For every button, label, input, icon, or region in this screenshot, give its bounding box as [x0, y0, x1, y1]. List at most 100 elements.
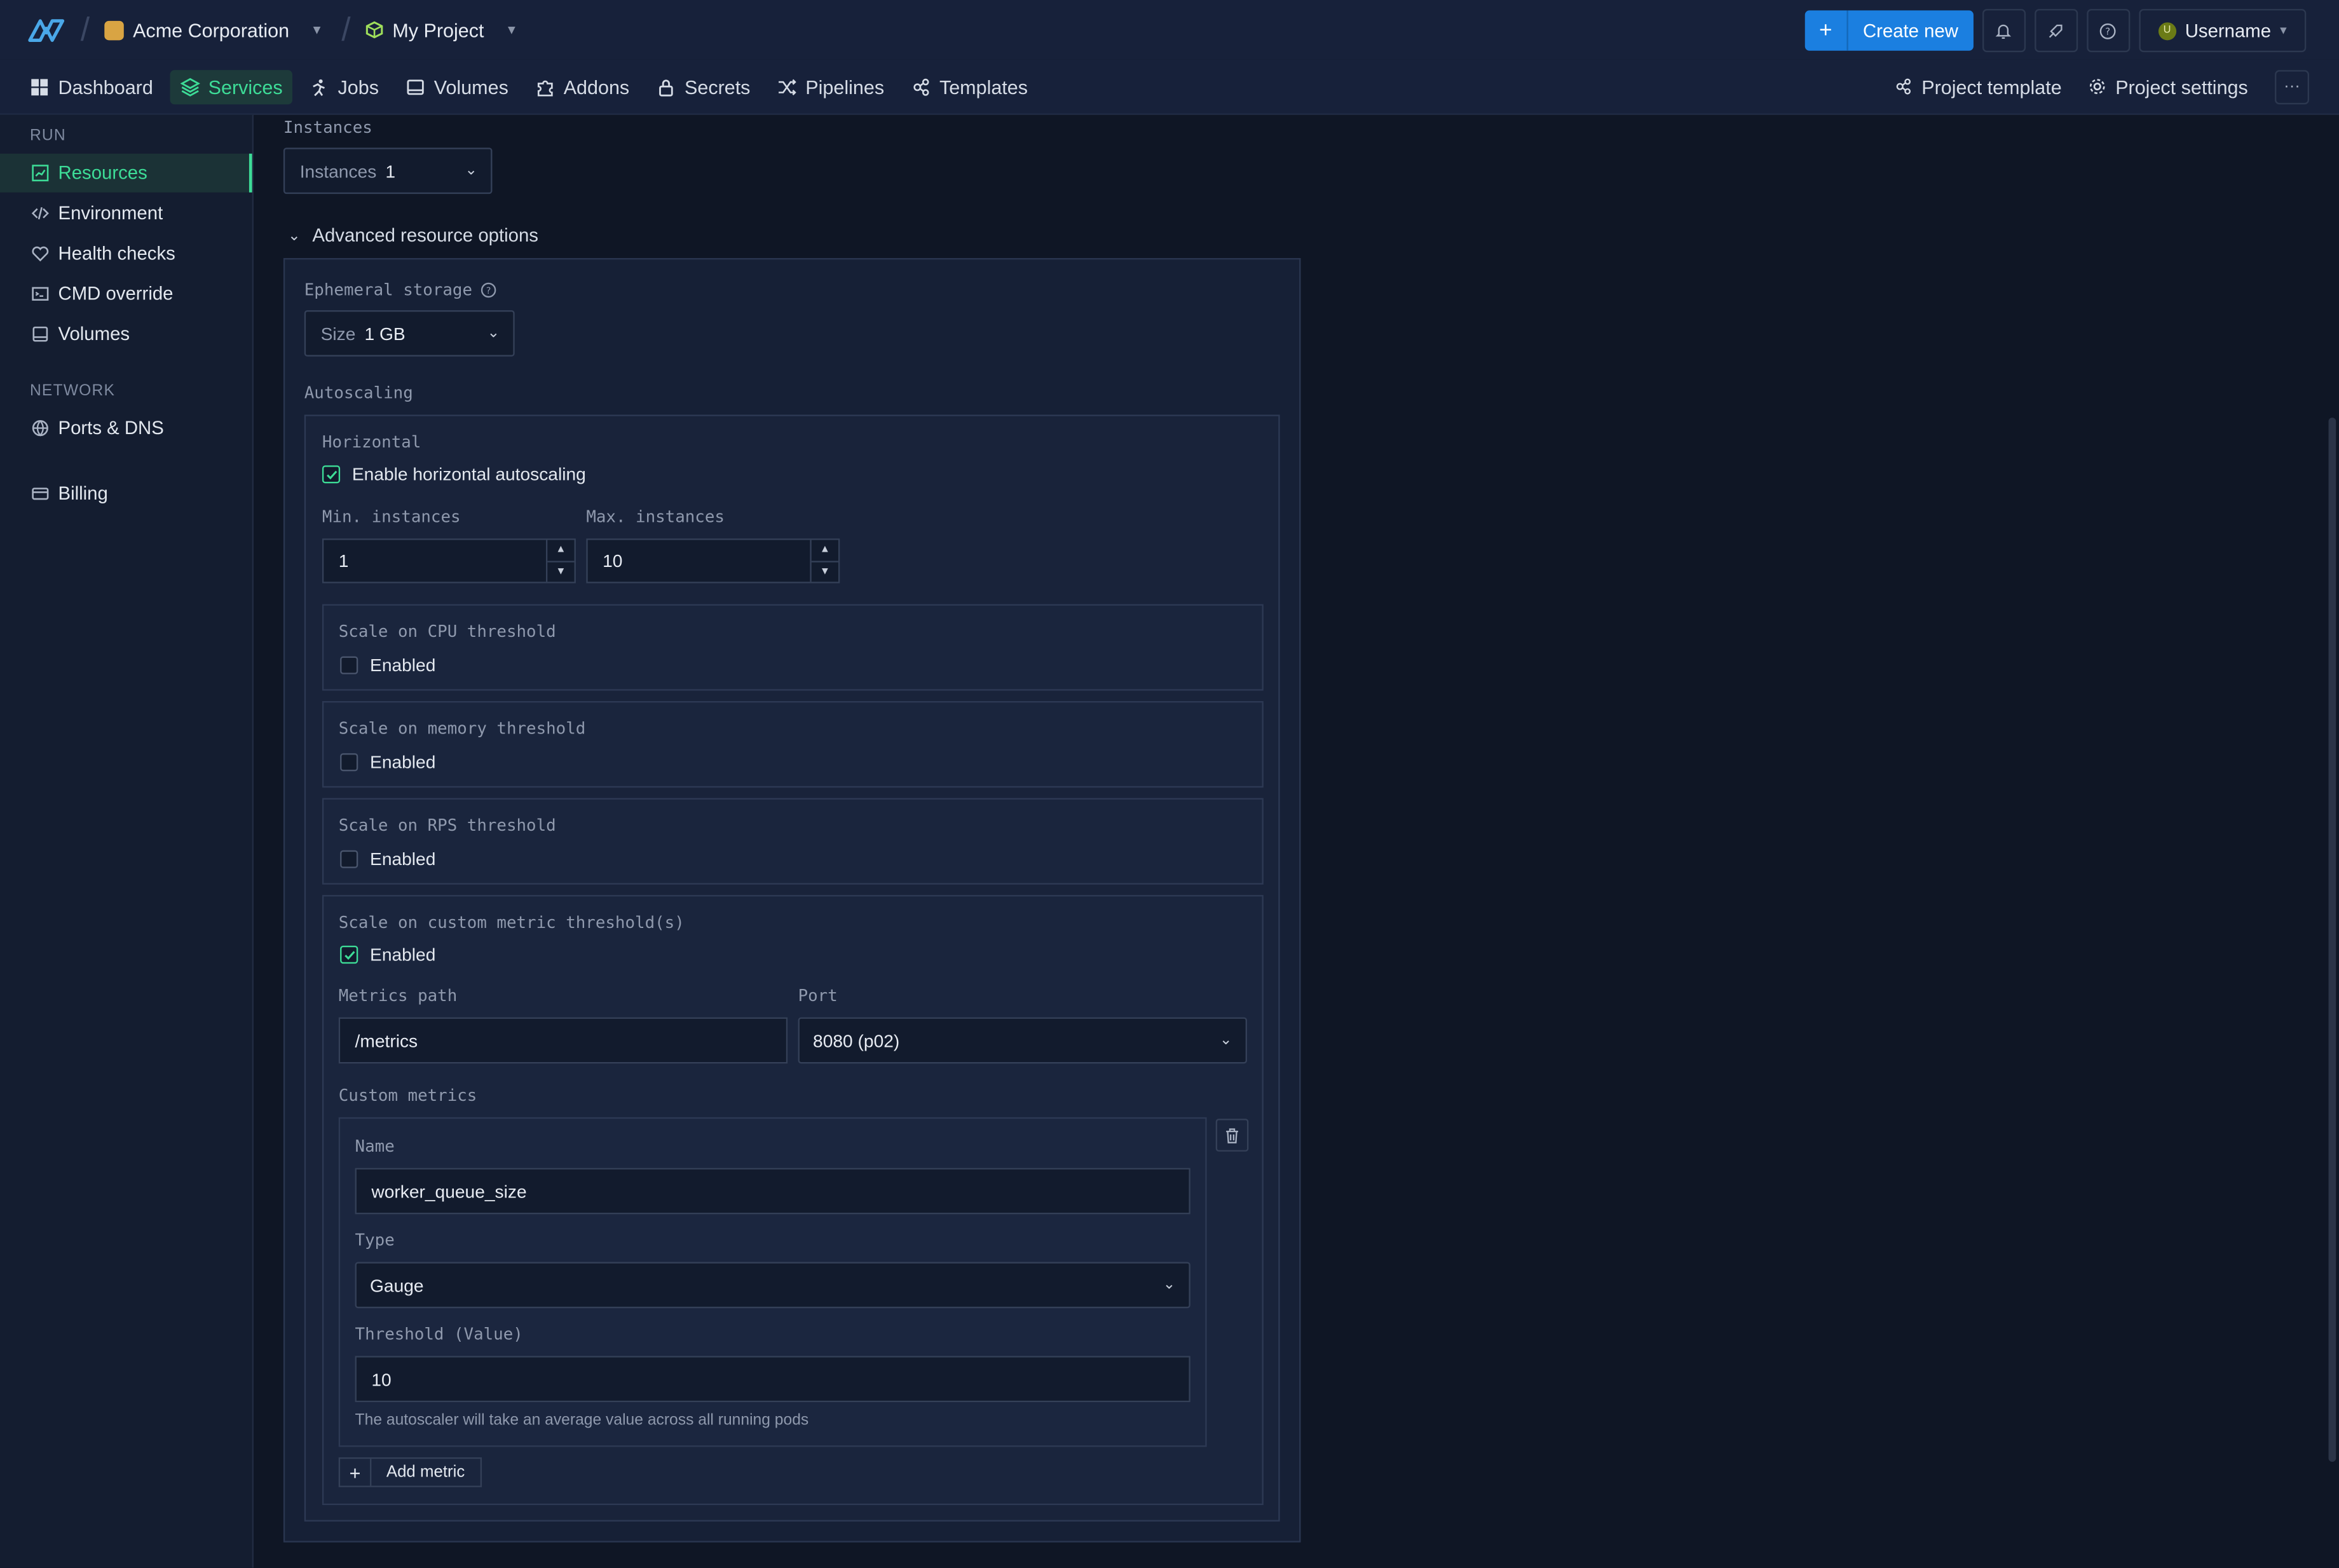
- more-options-button[interactable]: ···: [2275, 69, 2310, 104]
- port-label: Port: [798, 986, 838, 1006]
- runner-icon: [313, 78, 326, 96]
- nav-label: Services: [208, 75, 283, 98]
- template-icon: [1897, 78, 1911, 95]
- shuffle-icon: [779, 78, 796, 95]
- min-instances-stepper[interactable]: ▲ ▼: [545, 540, 575, 582]
- min-instances-input[interactable]: 1 ▲ ▼: [322, 538, 576, 583]
- max-instances-input[interactable]: 10 ▲ ▼: [586, 538, 840, 583]
- help-button[interactable]: ?: [2086, 9, 2130, 53]
- svg-text:?: ?: [2106, 25, 2111, 37]
- nav-label: Addons: [563, 75, 630, 98]
- nav-label: Secrets: [685, 75, 751, 98]
- sidebar-item-volumes[interactable]: Volumes: [0, 315, 252, 353]
- port-select[interactable]: 8080 (p02) ⌄: [798, 1017, 1248, 1064]
- app-logo-icon[interactable]: [27, 15, 65, 44]
- org-name: Acme Corporation: [133, 18, 290, 41]
- bell-icon: [1996, 24, 2012, 38]
- metric-type-select[interactable]: Gauge ⌄: [355, 1262, 1190, 1309]
- create-new-button[interactable]: + Create new: [1804, 10, 1974, 51]
- advanced-options-label: Advanced resource options: [312, 225, 538, 247]
- chevron-down-icon: ▾: [508, 22, 515, 38]
- rps-enabled-checkbox[interactable]: [340, 850, 358, 868]
- svg-text:?: ?: [486, 286, 490, 296]
- layers-icon: [180, 77, 200, 96]
- instances-select[interactable]: Instances 1 ⌄: [283, 147, 493, 194]
- max-instances-stepper[interactable]: ▲ ▼: [810, 540, 838, 582]
- port-select-value: 8080 (p02): [813, 1030, 900, 1051]
- nav-secrets[interactable]: Secrets: [646, 69, 761, 104]
- ephemeral-size-select[interactable]: Size 1 GB ⌄: [304, 310, 515, 357]
- template-icon: [913, 78, 929, 95]
- custom-enabled-label: Enabled: [370, 944, 436, 965]
- add-metric-button[interactable]: + Add metric: [338, 1457, 482, 1487]
- check-icon: [344, 950, 355, 959]
- decrement-icon[interactable]: ▼: [547, 562, 574, 582]
- increment-icon[interactable]: ▲: [811, 540, 838, 562]
- nav-dashboard[interactable]: Dashboard: [20, 69, 164, 104]
- sidebar-item-label: Billing: [58, 483, 108, 505]
- sidebar-item-cmd-override[interactable]: CMD override: [0, 275, 252, 313]
- cpu-threshold-section: Scale on CPU threshold Enabled: [322, 604, 1264, 691]
- sidebar-item-ports-dns[interactable]: Ports & DNS: [0, 409, 252, 447]
- credit-card-icon: [32, 487, 49, 500]
- rps-threshold-title: Scale on RPS threshold: [338, 815, 556, 836]
- nav-pipelines[interactable]: Pipelines: [767, 69, 894, 104]
- nav-addons[interactable]: Addons: [525, 69, 640, 104]
- threshold-input[interactable]: 10: [355, 1356, 1190, 1403]
- globe-icon: [32, 420, 48, 437]
- memory-threshold-section: Scale on memory threshold Enabled: [322, 701, 1264, 788]
- nav-templates[interactable]: Templates: [901, 69, 1039, 104]
- nav-label: Volumes: [433, 75, 508, 98]
- memory-enabled-checkbox[interactable]: [340, 753, 358, 772]
- help-icon: ?: [2100, 22, 2117, 39]
- max-instances-value: 10: [603, 550, 623, 571]
- threshold-hint: The autoscaler will take an average valu…: [355, 1411, 809, 1429]
- enable-horizontal-label: Enable horizontal autoscaling: [351, 463, 586, 485]
- top-bar: / Acme Corporation ▾ / My Project ▾ + Cr…: [0, 0, 2339, 60]
- threshold-label: Threshold (Value): [355, 1325, 523, 1344]
- sidebar-item-resources[interactable]: Resources: [0, 153, 252, 193]
- horizontal-label: Horizontal: [322, 432, 421, 453]
- delete-metric-button[interactable]: [1215, 1119, 1249, 1152]
- user-menu[interactable]: U Username ▾: [2138, 9, 2307, 53]
- org-switcher[interactable]: Acme Corporation ▾: [104, 18, 320, 41]
- sidebar-item-billing[interactable]: Billing: [0, 474, 252, 513]
- nav-services[interactable]: Services: [169, 69, 294, 104]
- sidebar-item-health-checks[interactable]: Health checks: [0, 234, 252, 273]
- metrics-path-value: /metrics: [355, 1030, 418, 1051]
- enable-horizontal-checkbox[interactable]: [322, 465, 341, 484]
- metrics-path-input[interactable]: /metrics: [338, 1017, 788, 1064]
- org-avatar-icon: [104, 20, 125, 40]
- lock-icon: [658, 79, 673, 96]
- info-icon[interactable]: ?: [480, 282, 496, 299]
- max-instances-label: Max. instances: [586, 507, 725, 527]
- sidebar-item-label: Ports & DNS: [58, 418, 164, 439]
- sidebar-heading-network: NETWORK: [29, 381, 116, 400]
- autoscaling-label: Autoscaling: [304, 383, 413, 403]
- nav-jobs[interactable]: Jobs: [299, 69, 389, 104]
- breadcrumb-separator: /: [341, 10, 351, 48]
- drive-icon: [407, 79, 424, 95]
- metric-name-input[interactable]: worker_queue_size: [355, 1168, 1190, 1215]
- increment-icon[interactable]: ▲: [547, 540, 575, 562]
- cpu-enabled-checkbox[interactable]: [340, 656, 358, 674]
- custom-enabled-checkbox[interactable]: [340, 945, 358, 964]
- decrement-icon[interactable]: ▼: [812, 562, 838, 582]
- page-scrollbar[interactable]: [2328, 418, 2336, 1462]
- cpu-enabled-label: Enabled: [370, 655, 436, 676]
- project-template-link[interactable]: Project template: [1895, 76, 2062, 98]
- project-template-label: Project template: [1921, 75, 2062, 98]
- project-switcher[interactable]: My Project ▾: [365, 18, 515, 41]
- project-settings-link[interactable]: Project settings: [2089, 76, 2248, 98]
- threshold-value: 10: [371, 1368, 392, 1390]
- nav-volumes[interactable]: Volumes: [395, 69, 519, 104]
- notifications-button[interactable]: [1982, 9, 2026, 53]
- rps-enabled-label: Enabled: [370, 849, 436, 870]
- advanced-options-toggle[interactable]: ⌄ Advanced resource options: [288, 225, 538, 246]
- metric-name-label: Name: [355, 1136, 395, 1156]
- metric-name-value: worker_queue_size: [371, 1180, 527, 1202]
- project-settings-label: Project settings: [2115, 75, 2248, 98]
- deploy-button[interactable]: [2034, 9, 2078, 53]
- sidebar-item-environment[interactable]: Environment: [0, 194, 252, 233]
- trash-icon: [1226, 1128, 1238, 1143]
